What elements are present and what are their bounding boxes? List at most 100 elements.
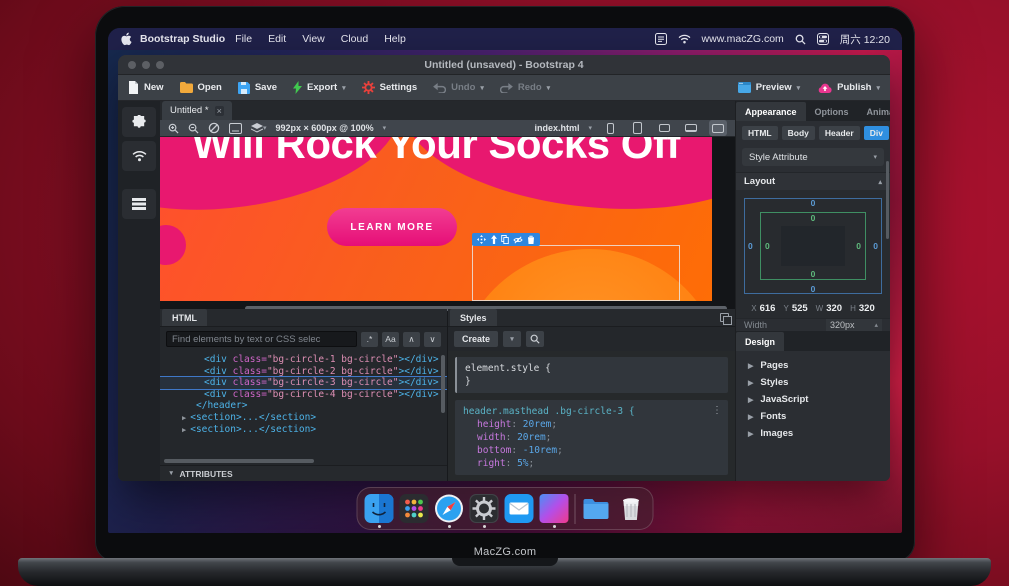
- css-rule-block[interactable]: header.masthead .bg-circle-3 { ⋮ height:…: [455, 400, 728, 475]
- padding-bottom-value[interactable]: 0: [811, 269, 816, 279]
- preview-button[interactable]: Preview ▾: [738, 82, 800, 93]
- html-tree-row[interactable]: ▶<section>...</section>: [160, 424, 447, 437]
- menu-help[interactable]: Help: [384, 33, 406, 45]
- css-property[interactable]: width: 20rem;: [463, 431, 720, 444]
- margin-top-value[interactable]: 0: [811, 198, 816, 208]
- design-item-images[interactable]: ▶Images: [736, 425, 890, 442]
- path-div-button[interactable]: Div: [864, 126, 889, 140]
- menubar-url[interactable]: www.macZG.com: [702, 33, 784, 45]
- device-laptop-button[interactable]: [682, 120, 700, 136]
- file-caret-icon[interactable]: ▾: [588, 124, 592, 132]
- dock-media-app-icon[interactable]: [540, 494, 569, 523]
- tab-close-icon[interactable]: ×: [215, 106, 224, 116]
- html-tree-row[interactable]: <div class="bg-circle-1 bg-circle"></div…: [160, 354, 447, 366]
- margin-left-value[interactable]: 0: [748, 241, 753, 251]
- regex-search-button[interactable]: .*: [361, 332, 378, 347]
- dock-finder-icon[interactable]: [365, 494, 394, 523]
- search-prev-button[interactable]: ∧: [403, 332, 420, 347]
- css-property[interactable]: bottom: -10rem;: [463, 444, 720, 457]
- menubar-clock[interactable]: 周六 12:20: [840, 32, 890, 47]
- create-caret-button[interactable]: ▾: [503, 331, 521, 347]
- delete-icon[interactable]: [527, 235, 535, 244]
- search-icon[interactable]: [795, 34, 806, 45]
- duplicate-icon[interactable]: [501, 235, 509, 244]
- open-button[interactable]: Open: [180, 82, 222, 93]
- tree-horizontal-scrollbar[interactable]: [164, 459, 314, 463]
- publish-button[interactable]: Publish ▾: [818, 82, 880, 93]
- settings-button[interactable]: Settings: [362, 81, 417, 94]
- online-panel-button[interactable]: [122, 141, 156, 171]
- attributes-section-header[interactable]: ▼ ATTRIBUTES: [160, 465, 447, 481]
- html-panel-tab[interactable]: HTML: [162, 309, 207, 326]
- tab-animation[interactable]: Animation: [858, 102, 890, 121]
- html-tree-row[interactable]: ▶<section>...</section>: [160, 412, 447, 425]
- viewport-frame-icon[interactable]: [229, 123, 242, 134]
- menu-cloud[interactable]: Cloud: [341, 33, 368, 45]
- dock-mail-icon[interactable]: [505, 494, 534, 523]
- new-button[interactable]: New: [128, 81, 164, 94]
- case-search-button[interactable]: Aa: [382, 332, 399, 347]
- create-style-button[interactable]: Create: [454, 331, 498, 347]
- rule-menu-icon[interactable]: ⋮: [712, 404, 722, 417]
- hero-headline[interactable]: Will Rock Your Socks Off: [160, 137, 712, 168]
- export-button[interactable]: Export ▾: [293, 81, 346, 94]
- device-phone-button[interactable]: [601, 120, 619, 136]
- inline-style-block[interactable]: element.style { }: [455, 357, 728, 393]
- tab-design[interactable]: Design: [736, 332, 784, 351]
- zoom-out-icon[interactable]: [188, 123, 199, 134]
- path-body-button[interactable]: Body: [782, 126, 815, 140]
- document-tab[interactable]: Untitled * ×: [162, 101, 232, 120]
- selection-outline[interactable]: [472, 245, 680, 301]
- layout-section-header[interactable]: Layout ▴: [736, 172, 890, 190]
- active-file-label[interactable]: index.html: [534, 123, 579, 133]
- hide-icon[interactable]: [513, 236, 523, 244]
- dock-trash-icon[interactable]: [617, 494, 646, 523]
- dock-settings-icon[interactable]: [470, 494, 499, 523]
- css-property[interactable]: height: 20rem;: [463, 418, 720, 431]
- apple-logo-icon[interactable]: [120, 32, 132, 46]
- device-small-screen-button[interactable]: [655, 120, 673, 136]
- margin-right-value[interactable]: 0: [873, 241, 878, 251]
- zoom-in-icon[interactable]: [168, 123, 179, 134]
- element-search-input[interactable]: [166, 331, 357, 347]
- popout-icon[interactable]: [720, 313, 729, 322]
- path-header-button[interactable]: Header: [819, 126, 860, 140]
- styles-panel-tab[interactable]: Styles: [450, 309, 497, 326]
- menubar-app-name[interactable]: Bootstrap Studio: [140, 33, 225, 45]
- padding-right-value[interactable]: 0: [856, 241, 861, 251]
- design-item-pages[interactable]: ▶Pages: [736, 357, 890, 374]
- save-button[interactable]: Save: [238, 82, 277, 94]
- redo-button[interactable]: Redo ▾: [500, 82, 550, 93]
- learn-more-button[interactable]: LEARN MORE: [327, 208, 457, 246]
- css-property[interactable]: right: 5%;: [463, 457, 720, 470]
- html-tree-row[interactable]: <div class="bg-circle-4 bg-circle"></div…: [160, 389, 447, 401]
- device-tablet-button[interactable]: [628, 120, 646, 136]
- dock-launchpad-icon[interactable]: [400, 494, 429, 523]
- design-canvas[interactable]: Will Rock Your Socks Off LEARN MORE: [160, 137, 712, 301]
- tab-appearance[interactable]: Appearance: [736, 102, 806, 121]
- margin-bottom-value[interactable]: 0: [811, 284, 816, 294]
- layers-icon[interactable]: ▾: [251, 123, 267, 134]
- path-html-button[interactable]: HTML: [742, 126, 778, 140]
- menu-file[interactable]: File: [235, 33, 252, 45]
- grid-panel-button[interactable]: [122, 189, 156, 219]
- padding-top-value[interactable]: 0: [811, 213, 816, 223]
- padding-left-value[interactable]: 0: [765, 241, 770, 251]
- html-tree-row[interactable]: </header>: [160, 400, 447, 412]
- device-desktop-button[interactable]: [709, 120, 727, 136]
- menu-view[interactable]: View: [302, 33, 325, 45]
- viewport-size-label[interactable]: 992px × 600px @ 100%: [276, 123, 374, 133]
- search-next-button[interactable]: ∨: [424, 332, 441, 347]
- input-method-icon[interactable]: [655, 33, 667, 45]
- viewport-caret-icon[interactable]: ▾: [383, 124, 387, 132]
- select-parent-icon[interactable]: [490, 235, 498, 244]
- tab-options[interactable]: Options: [806, 102, 858, 121]
- design-item-styles[interactable]: ▶Styles: [736, 374, 890, 391]
- style-search-button[interactable]: [526, 331, 544, 347]
- move-icon[interactable]: [477, 235, 486, 244]
- components-panel-button[interactable]: [122, 107, 156, 137]
- undo-button[interactable]: Undo ▾: [433, 82, 484, 93]
- control-center-icon[interactable]: [817, 33, 829, 45]
- width-input[interactable]: 320px ▴: [826, 318, 882, 331]
- inspector-scrollbar[interactable]: [886, 161, 889, 239]
